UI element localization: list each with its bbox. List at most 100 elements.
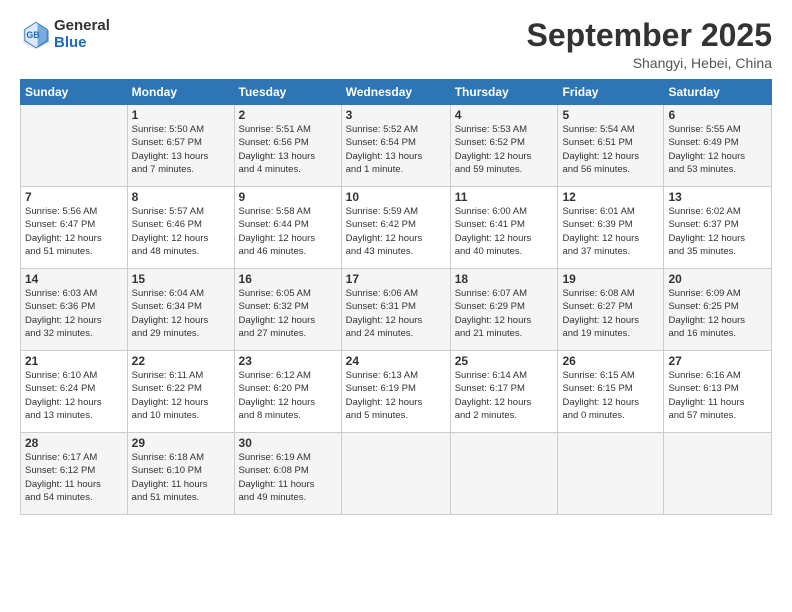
weekday-header-row: Sunday Monday Tuesday Wednesday Thursday… [21,80,772,105]
header-monday: Monday [127,80,234,105]
day-number: 6 [668,108,767,122]
table-row: 11Sunrise: 6:00 AM Sunset: 6:41 PM Dayli… [450,187,558,269]
day-info: Sunrise: 6:15 AM Sunset: 6:15 PM Dayligh… [562,369,659,422]
day-number: 9 [239,190,337,204]
table-row: 1Sunrise: 5:50 AM Sunset: 6:57 PM Daylig… [127,105,234,187]
day-info: Sunrise: 6:09 AM Sunset: 6:25 PM Dayligh… [668,287,767,340]
table-row: 14Sunrise: 6:03 AM Sunset: 6:36 PM Dayli… [21,269,128,351]
table-row: 15Sunrise: 6:04 AM Sunset: 6:34 PM Dayli… [127,269,234,351]
day-info: Sunrise: 5:53 AM Sunset: 6:52 PM Dayligh… [455,123,554,176]
day-number: 11 [455,190,554,204]
table-row: 29Sunrise: 6:18 AM Sunset: 6:10 PM Dayli… [127,433,234,515]
day-number: 15 [132,272,230,286]
header-saturday: Saturday [664,80,772,105]
logo-icon: GB [20,19,52,51]
day-number: 14 [25,272,123,286]
day-info: Sunrise: 6:00 AM Sunset: 6:41 PM Dayligh… [455,205,554,258]
day-number: 3 [346,108,446,122]
table-row [558,433,664,515]
table-row: 9Sunrise: 5:58 AM Sunset: 6:44 PM Daylig… [234,187,341,269]
day-number: 28 [25,436,123,450]
table-row: 16Sunrise: 6:05 AM Sunset: 6:32 PM Dayli… [234,269,341,351]
header-friday: Friday [558,80,664,105]
day-info: Sunrise: 6:03 AM Sunset: 6:36 PM Dayligh… [25,287,123,340]
logo-general: General [54,18,110,35]
day-info: Sunrise: 6:16 AM Sunset: 6:13 PM Dayligh… [668,369,767,422]
day-number: 30 [239,436,337,450]
day-number: 7 [25,190,123,204]
table-row: 5Sunrise: 5:54 AM Sunset: 6:51 PM Daylig… [558,105,664,187]
day-number: 27 [668,354,767,368]
day-info: Sunrise: 5:52 AM Sunset: 6:54 PM Dayligh… [346,123,446,176]
location-subtitle: Shangyi, Hebei, China [527,55,772,71]
day-info: Sunrise: 6:05 AM Sunset: 6:32 PM Dayligh… [239,287,337,340]
table-row: 6Sunrise: 5:55 AM Sunset: 6:49 PM Daylig… [664,105,772,187]
day-info: Sunrise: 6:14 AM Sunset: 6:17 PM Dayligh… [455,369,554,422]
day-info: Sunrise: 5:59 AM Sunset: 6:42 PM Dayligh… [346,205,446,258]
header-wednesday: Wednesday [341,80,450,105]
day-number: 18 [455,272,554,286]
logo-blue: Blue [54,35,110,52]
day-info: Sunrise: 6:02 AM Sunset: 6:37 PM Dayligh… [668,205,767,258]
day-number: 26 [562,354,659,368]
table-row [341,433,450,515]
table-row: 27Sunrise: 6:16 AM Sunset: 6:13 PM Dayli… [664,351,772,433]
day-number: 22 [132,354,230,368]
day-info: Sunrise: 5:51 AM Sunset: 6:56 PM Dayligh… [239,123,337,176]
table-row: 25Sunrise: 6:14 AM Sunset: 6:17 PM Dayli… [450,351,558,433]
day-info: Sunrise: 6:18 AM Sunset: 6:10 PM Dayligh… [132,451,230,504]
day-info: Sunrise: 5:58 AM Sunset: 6:44 PM Dayligh… [239,205,337,258]
table-row: 12Sunrise: 6:01 AM Sunset: 6:39 PM Dayli… [558,187,664,269]
table-row: 7Sunrise: 5:56 AM Sunset: 6:47 PM Daylig… [21,187,128,269]
table-row: 24Sunrise: 6:13 AM Sunset: 6:19 PM Dayli… [341,351,450,433]
day-number: 2 [239,108,337,122]
day-number: 25 [455,354,554,368]
month-title: September 2025 [527,18,772,53]
day-number: 23 [239,354,337,368]
calendar-table: Sunday Monday Tuesday Wednesday Thursday… [20,79,772,515]
table-row: 20Sunrise: 6:09 AM Sunset: 6:25 PM Dayli… [664,269,772,351]
table-row: 26Sunrise: 6:15 AM Sunset: 6:15 PM Dayli… [558,351,664,433]
day-info: Sunrise: 6:11 AM Sunset: 6:22 PM Dayligh… [132,369,230,422]
day-info: Sunrise: 5:56 AM Sunset: 6:47 PM Dayligh… [25,205,123,258]
day-info: Sunrise: 6:06 AM Sunset: 6:31 PM Dayligh… [346,287,446,340]
table-row: 21Sunrise: 6:10 AM Sunset: 6:24 PM Dayli… [21,351,128,433]
day-number: 10 [346,190,446,204]
table-row [21,105,128,187]
svg-text:GB: GB [26,30,39,40]
table-row [664,433,772,515]
day-number: 4 [455,108,554,122]
table-row: 18Sunrise: 6:07 AM Sunset: 6:29 PM Dayli… [450,269,558,351]
day-number: 21 [25,354,123,368]
calendar-week-row: 7Sunrise: 5:56 AM Sunset: 6:47 PM Daylig… [21,187,772,269]
day-info: Sunrise: 6:08 AM Sunset: 6:27 PM Dayligh… [562,287,659,340]
table-row: 4Sunrise: 5:53 AM Sunset: 6:52 PM Daylig… [450,105,558,187]
day-info: Sunrise: 6:13 AM Sunset: 6:19 PM Dayligh… [346,369,446,422]
day-info: Sunrise: 6:07 AM Sunset: 6:29 PM Dayligh… [455,287,554,340]
day-info: Sunrise: 6:10 AM Sunset: 6:24 PM Dayligh… [25,369,123,422]
day-info: Sunrise: 6:17 AM Sunset: 6:12 PM Dayligh… [25,451,123,504]
table-row: 30Sunrise: 6:19 AM Sunset: 6:08 PM Dayli… [234,433,341,515]
table-row: 10Sunrise: 5:59 AM Sunset: 6:42 PM Dayli… [341,187,450,269]
calendar-week-row: 21Sunrise: 6:10 AM Sunset: 6:24 PM Dayli… [21,351,772,433]
calendar-week-row: 14Sunrise: 6:03 AM Sunset: 6:36 PM Dayli… [21,269,772,351]
page-header: GB General Blue September 2025 Shangyi, … [20,18,772,71]
day-info: Sunrise: 6:04 AM Sunset: 6:34 PM Dayligh… [132,287,230,340]
header-tuesday: Tuesday [234,80,341,105]
day-number: 17 [346,272,446,286]
day-info: Sunrise: 5:50 AM Sunset: 6:57 PM Dayligh… [132,123,230,176]
logo-text: General Blue [54,18,110,51]
day-info: Sunrise: 5:55 AM Sunset: 6:49 PM Dayligh… [668,123,767,176]
day-info: Sunrise: 6:12 AM Sunset: 6:20 PM Dayligh… [239,369,337,422]
day-info: Sunrise: 5:57 AM Sunset: 6:46 PM Dayligh… [132,205,230,258]
day-number: 20 [668,272,767,286]
day-number: 8 [132,190,230,204]
calendar-week-row: 28Sunrise: 6:17 AM Sunset: 6:12 PM Dayli… [21,433,772,515]
day-info: Sunrise: 6:19 AM Sunset: 6:08 PM Dayligh… [239,451,337,504]
day-number: 24 [346,354,446,368]
header-thursday: Thursday [450,80,558,105]
day-number: 16 [239,272,337,286]
table-row: 22Sunrise: 6:11 AM Sunset: 6:22 PM Dayli… [127,351,234,433]
day-number: 29 [132,436,230,450]
table-row: 2Sunrise: 5:51 AM Sunset: 6:56 PM Daylig… [234,105,341,187]
